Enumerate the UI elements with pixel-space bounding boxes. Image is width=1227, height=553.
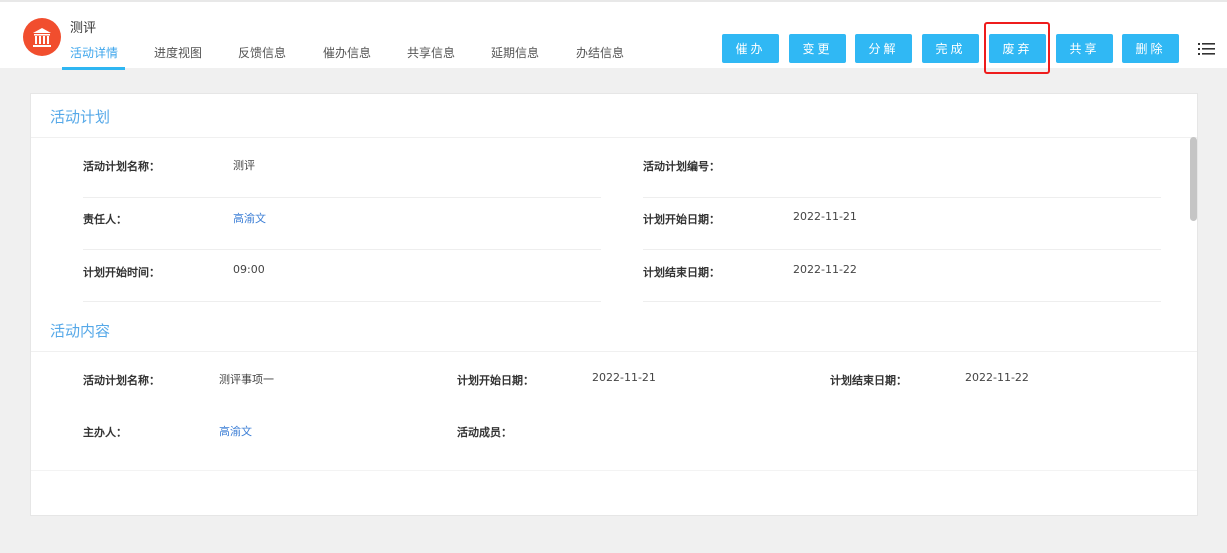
tab-completion[interactable]: 办结信息 — [576, 44, 624, 61]
change-button[interactable]: 变更 — [789, 34, 846, 63]
divider — [31, 351, 1197, 352]
row-line — [83, 197, 601, 198]
highlight-box — [984, 22, 1050, 74]
field-label: 活动成员： — [457, 426, 512, 439]
field-label: 活动计划名称： — [83, 374, 160, 387]
section-title-content: 活动内容 — [50, 322, 111, 340]
bank-icon — [23, 18, 61, 56]
decompose-button[interactable]: 分解 — [855, 34, 912, 63]
field-value: 测评事项一 — [219, 373, 274, 386]
responsible-person-link[interactable]: 高渝文 — [233, 210, 266, 226]
tab-sharing[interactable]: 共享信息 — [407, 44, 455, 61]
scrollbar[interactable] — [1190, 137, 1197, 221]
field-value: 2022-11-22 — [965, 371, 1029, 384]
detail-card: 活动计划 活动计划名称： 测评 活动计划编号： 责任人： 高渝文 计划开始日期：… — [30, 93, 1198, 516]
field-value: 09:00 — [233, 263, 265, 276]
remind-button[interactable]: 催办 — [722, 34, 779, 63]
field-label: 主办人： — [83, 426, 127, 439]
field-label: 责任人： — [83, 213, 127, 226]
tab-extension[interactable]: 延期信息 — [491, 44, 539, 61]
divider — [31, 137, 1197, 138]
field-label: 计划开始日期： — [643, 213, 720, 226]
share-button[interactable]: 共享 — [1056, 34, 1113, 63]
header: 测评 活动详情 进度视图 反馈信息 催办信息 共享信息 延期信息 办结信息 催办… — [0, 0, 1227, 74]
field-label: 活动计划编号： — [643, 160, 720, 173]
row-line — [643, 301, 1161, 302]
field-value: 2022-11-21 — [793, 210, 857, 223]
row-line — [643, 197, 1161, 198]
list-icon[interactable] — [1198, 41, 1216, 55]
field-label: 计划开始时间： — [83, 266, 160, 279]
field-value: 测评 — [233, 159, 255, 172]
row-line — [83, 301, 601, 302]
host-person-link[interactable]: 高渝文 — [219, 423, 252, 439]
active-tab-indicator — [62, 67, 125, 70]
field-label: 活动计划名称： — [83, 160, 160, 173]
tab-feedback[interactable]: 反馈信息 — [238, 44, 286, 61]
complete-button[interactable]: 完成 — [922, 34, 979, 63]
delete-button[interactable]: 删除 — [1122, 34, 1179, 63]
page-title: 测评 — [70, 21, 97, 36]
row-line — [83, 249, 601, 250]
row-line — [643, 249, 1161, 250]
divider — [31, 470, 1197, 471]
field-label: 计划结束日期： — [643, 266, 720, 279]
tab-reminders[interactable]: 催办信息 — [323, 44, 371, 61]
field-value: 2022-11-21 — [592, 371, 656, 384]
section-title-plan: 活动计划 — [50, 108, 111, 126]
field-value: 2022-11-22 — [793, 263, 857, 276]
tab-activity-details[interactable]: 活动详情 — [70, 44, 118, 61]
tab-progress-view[interactable]: 进度视图 — [154, 44, 202, 61]
field-label: 计划开始日期： — [457, 374, 534, 387]
field-label: 计划结束日期： — [830, 374, 907, 387]
